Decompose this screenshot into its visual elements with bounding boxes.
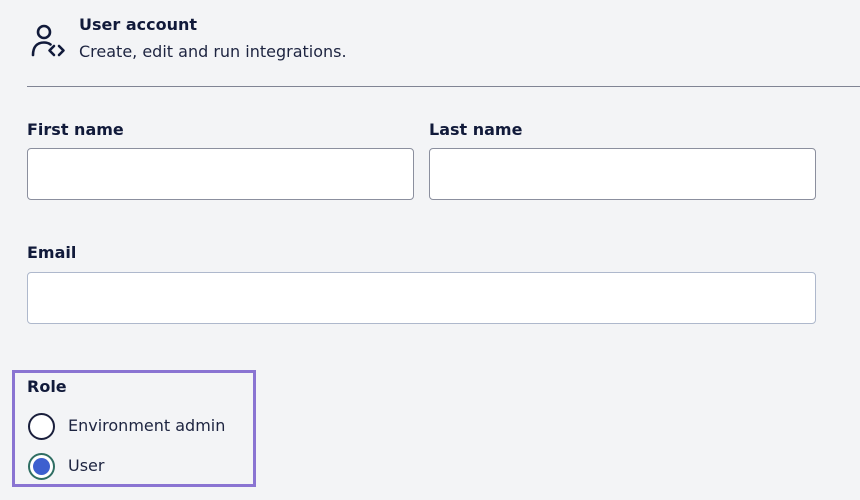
role-option-label: Environment admin — [68, 416, 226, 435]
role-option-user[interactable]: User — [28, 453, 128, 483]
last-name-input[interactable] — [429, 148, 816, 200]
role-option-environment-admin[interactable]: Environment admin — [28, 413, 243, 443]
page-header: User account Create, edit and run integr… — [28, 14, 848, 74]
radio-selected-icon[interactable] — [28, 453, 55, 480]
last-name-label: Last name — [429, 120, 523, 139]
page-subtitle: Create, edit and run integrations. — [79, 42, 347, 61]
email-input[interactable] — [27, 272, 816, 324]
email-label: Email — [27, 243, 77, 262]
page-title: User account — [79, 15, 198, 34]
role-label: Role — [27, 377, 67, 396]
first-name-input[interactable] — [27, 148, 414, 200]
user-code-icon — [28, 22, 68, 62]
role-option-label: User — [68, 456, 105, 475]
first-name-label: First name — [27, 120, 124, 139]
radio-unselected-icon[interactable] — [28, 413, 55, 440]
header-divider — [27, 86, 860, 87]
